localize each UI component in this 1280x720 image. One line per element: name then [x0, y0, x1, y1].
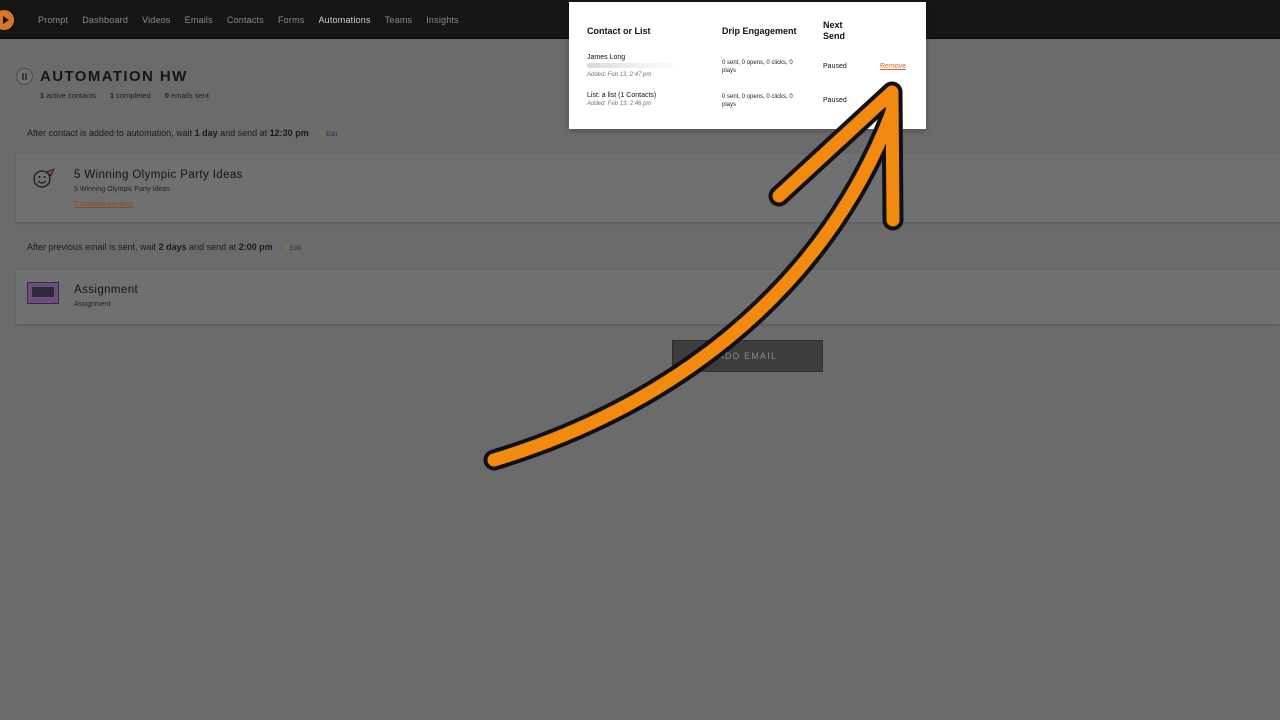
nav-item-contacts[interactable]: Contacts [227, 15, 264, 25]
stat-sent: 0 emails sent [164, 91, 209, 100]
step-2-wait-line: After previous email is sent, wait 2 day… [27, 242, 302, 252]
email-2-subject: Assignment [74, 301, 111, 308]
email-2-title[interactable]: Assignment [74, 284, 138, 296]
row-1-contact-name[interactable]: James Long [587, 54, 625, 61]
email-1-subject: 5 Winning Olympic Party Ideas [74, 186, 170, 193]
page-title: AUTOMATION HW [40, 68, 188, 85]
nav-item-emails[interactable]: Emails [185, 15, 213, 25]
nav-item-insights[interactable]: Insights [426, 15, 459, 25]
automation-stats: 1 active contacts 1 completed 0 emails s… [40, 91, 209, 100]
header-contact-or-list: Contact or List [587, 26, 651, 36]
nav-item-prompt[interactable]: Prompt [38, 15, 68, 25]
stat-active: 1 active contacts [40, 91, 96, 100]
nav-item-forms[interactable]: Forms [278, 15, 305, 25]
step-1-wait-line: After contact is added to automation, wa… [27, 128, 338, 138]
email-card-2[interactable]: Assignment Assignment [16, 270, 1280, 324]
assignment-thumbnail-icon [27, 282, 59, 304]
pencil-icon: ✎ [283, 245, 290, 252]
add-email-button[interactable]: ADD EMAIL [672, 340, 823, 372]
header-next-send: Next Send [823, 20, 846, 41]
email-card-1[interactable]: 5 Winning Olympic Party Ideas 5 Winning … [16, 154, 1280, 222]
row-1-engagement: 0 sent, 0 opens, 0 clicks, 0 plays [722, 60, 793, 74]
email-1-pending-link[interactable]: 2 contacts pending [74, 201, 133, 208]
nav-item-videos[interactable]: Videos [142, 15, 171, 25]
row-1-next-send: Paused [823, 63, 847, 70]
row-2-added: Added: Feb 13, 2:46 pm [587, 101, 652, 107]
contacts-panel: Contact or List Drip Engagement Next Sen… [569, 2, 926, 129]
row-2-next-send: Paused [823, 97, 847, 104]
nav-item-dashboard[interactable]: Dashboard [82, 15, 128, 25]
step-2-edit-link[interactable]: ✎Edit [283, 245, 301, 252]
email-1-title[interactable]: 5 Winning Olympic Party Ideas [74, 169, 243, 181]
party-emoji-thumbnail-icon [33, 168, 55, 188]
row-2-list-name[interactable]: List: a list (1 Contacts) [587, 92, 656, 99]
step-1-edit-link[interactable]: ✎Edit [319, 131, 337, 138]
pause-icon[interactable] [16, 68, 33, 85]
header-drip-engagement: Drip Engagement [722, 26, 797, 36]
pencil-icon: ✎ [319, 131, 326, 138]
row-1-added: Added: Feb 13, 2:47 pm [587, 72, 652, 78]
nav-items: Prompt Dashboard Videos Emails Contacts … [38, 15, 459, 25]
row-1-remove-link[interactable]: Remove [880, 63, 906, 70]
logo-play-icon[interactable] [0, 10, 14, 30]
nav-item-automations[interactable]: Automations [318, 15, 370, 25]
row-2-engagement: 0 sent, 0 opens, 0 clicks, 0 plays [722, 94, 793, 108]
redacted-email [587, 63, 673, 68]
nav-item-teams[interactable]: Teams [385, 15, 413, 25]
stat-completed: 1 completed [109, 91, 151, 100]
